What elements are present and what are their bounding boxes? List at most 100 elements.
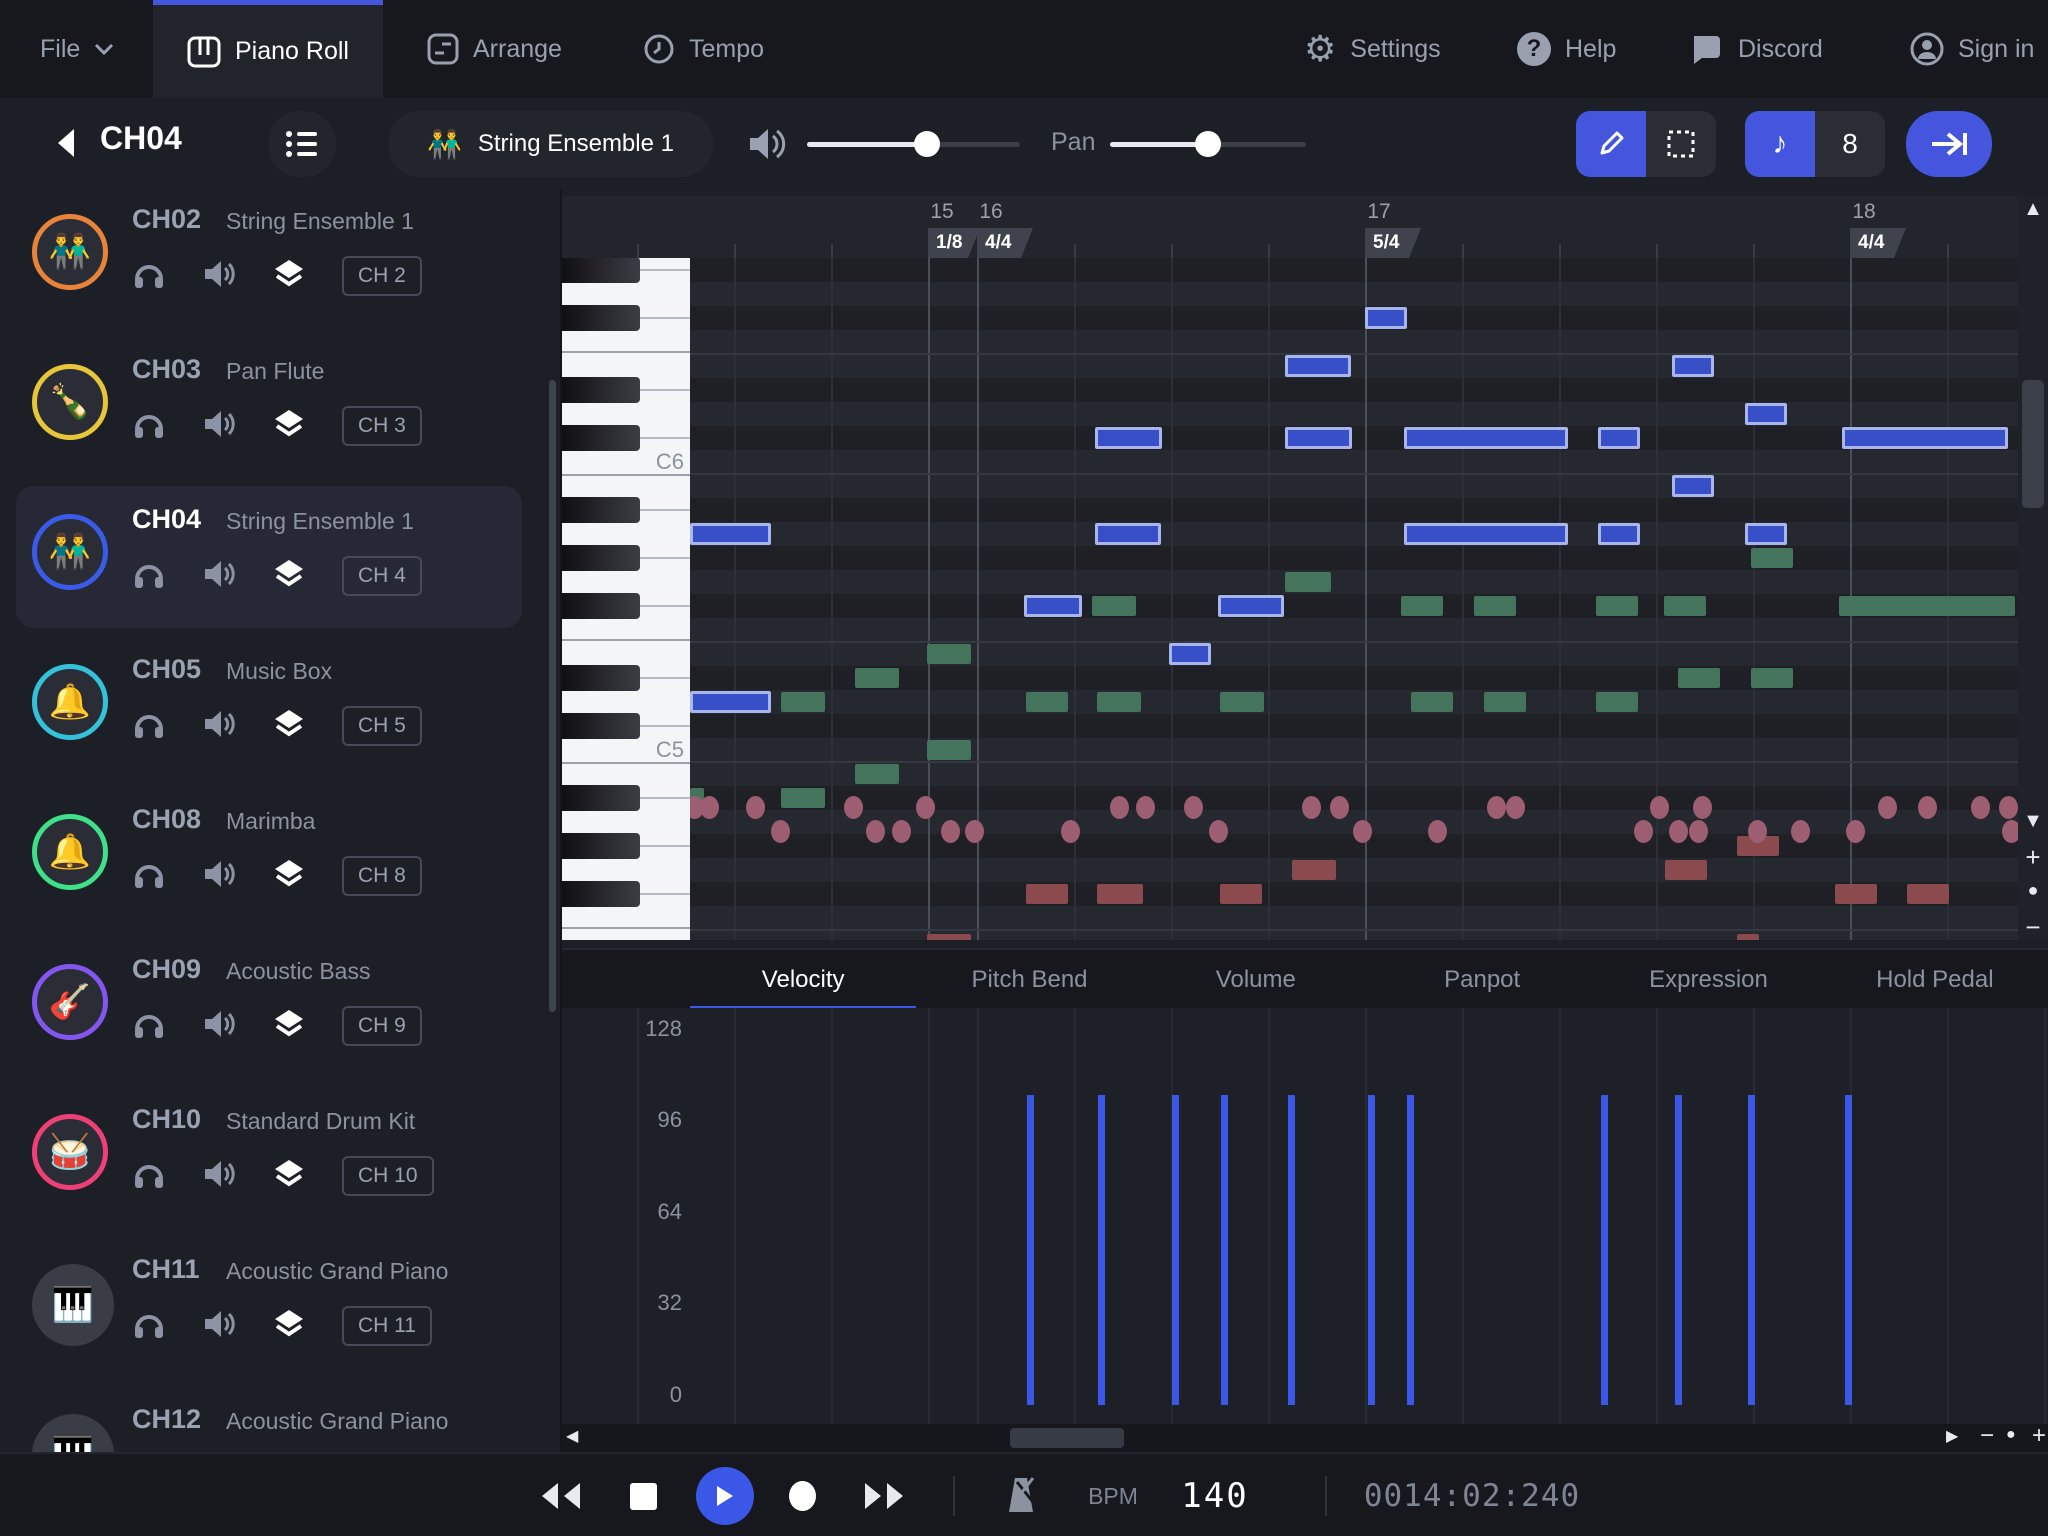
control-tab-hold-pedal[interactable]: Hold Pedal bbox=[1822, 950, 2048, 1010]
layers-icon[interactable] bbox=[272, 1307, 306, 1346]
layers-icon[interactable] bbox=[272, 407, 306, 446]
zoom-out-horizontal-icon[interactable]: − bbox=[1980, 1422, 1994, 1450]
metronome-toggle[interactable] bbox=[1000, 1454, 1046, 1536]
black-key[interactable] bbox=[562, 833, 640, 859]
scroll-down-icon[interactable]: ▼ bbox=[2018, 810, 2048, 833]
channel-item-ch04[interactable]: 👬CH04String Ensemble 1CH 4 bbox=[0, 496, 562, 646]
layers-icon[interactable] bbox=[272, 707, 306, 746]
midi-note-ghost-red[interactable] bbox=[1907, 884, 1949, 904]
black-key[interactable] bbox=[562, 593, 640, 619]
drum-hit-dot[interactable] bbox=[1209, 820, 1228, 843]
pencil-tool-button[interactable] bbox=[1576, 111, 1646, 177]
horizontal-scrollbar[interactable]: ◀ ▶ − ● + bbox=[562, 1424, 2048, 1452]
midi-note-ghost-red-thin[interactable] bbox=[1737, 934, 1759, 940]
midi-note-ghost-green[interactable] bbox=[1285, 572, 1331, 592]
zoom-in-vertical-icon[interactable]: + bbox=[2018, 842, 2048, 873]
stop-button[interactable] bbox=[617, 1454, 669, 1536]
mute-speaker-icon[interactable] bbox=[202, 557, 236, 596]
midi-note-ghost-green[interactable] bbox=[1411, 692, 1453, 712]
drum-hit-dot[interactable] bbox=[1428, 820, 1447, 843]
velocity-bar[interactable] bbox=[1407, 1095, 1414, 1405]
black-key[interactable] bbox=[562, 497, 640, 523]
vertical-scrollbar-thumb[interactable] bbox=[2022, 380, 2044, 508]
track-list-button[interactable] bbox=[268, 111, 336, 177]
mute-speaker-icon[interactable] bbox=[202, 1307, 236, 1346]
midi-note-ghost-green[interactable] bbox=[1751, 548, 1793, 568]
horizontal-scrollbar-thumb[interactable] bbox=[1010, 1428, 1124, 1448]
midi-note-selected-track[interactable] bbox=[1404, 427, 1568, 449]
mute-speaker-icon[interactable] bbox=[202, 257, 236, 296]
solo-headphones-icon[interactable] bbox=[132, 857, 166, 896]
solo-headphones-icon[interactable] bbox=[132, 1007, 166, 1046]
drum-hit-dot[interactable] bbox=[1353, 820, 1372, 843]
drum-hit-dot[interactable] bbox=[1136, 796, 1155, 819]
solo-headphones-icon[interactable] bbox=[132, 707, 166, 746]
midi-note-ghost-green[interactable] bbox=[1484, 692, 1526, 712]
control-tab-panpot[interactable]: Panpot bbox=[1369, 950, 1595, 1010]
midi-note-ghost-green[interactable] bbox=[1839, 596, 2015, 616]
channel-item-ch02[interactable]: 👬CH02String Ensemble 1CH 2 bbox=[0, 196, 562, 346]
midi-note-ghost-green[interactable] bbox=[1596, 692, 1638, 712]
drum-hit-dot[interactable] bbox=[1693, 796, 1712, 819]
midi-note-ghost-green[interactable] bbox=[1092, 596, 1136, 616]
zoom-out-vertical-icon[interactable]: − bbox=[2018, 912, 2048, 943]
tab-tempo[interactable]: Tempo bbox=[643, 0, 764, 98]
velocity-bar[interactable] bbox=[1845, 1095, 1852, 1405]
zoom-reset-horizontal-icon[interactable]: ● bbox=[2006, 1426, 2016, 1444]
mute-speaker-icon[interactable] bbox=[202, 407, 236, 446]
midi-note-ghost-red[interactable] bbox=[1665, 860, 1707, 880]
drum-hit-dot[interactable] bbox=[1650, 796, 1669, 819]
midi-note-selected-track[interactable] bbox=[1095, 523, 1161, 545]
midi-note-ghost-green[interactable] bbox=[927, 740, 971, 760]
layers-icon[interactable] bbox=[272, 857, 306, 896]
file-menu[interactable]: File bbox=[40, 0, 114, 98]
control-tab-velocity[interactable]: Velocity bbox=[690, 950, 916, 1010]
scroll-right-icon[interactable]: ▶ bbox=[1946, 1426, 1958, 1446]
midi-note-selected-track[interactable] bbox=[1024, 595, 1082, 617]
solo-headphones-icon[interactable] bbox=[132, 557, 166, 596]
midi-note-selected-track[interactable] bbox=[1672, 475, 1714, 497]
layers-icon[interactable] bbox=[272, 1007, 306, 1046]
drum-hit-dot[interactable] bbox=[1971, 796, 1990, 819]
pan-slider-thumb[interactable] bbox=[1195, 131, 1221, 157]
drum-hit-dot[interactable] bbox=[866, 820, 885, 843]
midi-note-ghost-red-thin[interactable] bbox=[927, 934, 971, 940]
midi-note-ghost-green[interactable] bbox=[781, 788, 825, 808]
midi-note-selected-track[interactable] bbox=[1745, 523, 1787, 545]
jump-to-end-button[interactable] bbox=[1906, 111, 1992, 177]
record-button[interactable] bbox=[776, 1454, 828, 1536]
velocity-pane[interactable]: 1289664320 bbox=[562, 1008, 2048, 1424]
midi-note-selected-track[interactable] bbox=[1745, 403, 1787, 425]
drum-hit-dot[interactable] bbox=[1330, 796, 1349, 819]
drum-hit-dot[interactable] bbox=[1487, 796, 1506, 819]
bpm-value[interactable]: 140 bbox=[1160, 1454, 1270, 1536]
velocity-bar[interactable] bbox=[1288, 1095, 1295, 1405]
mute-speaker-icon[interactable] bbox=[202, 707, 236, 746]
midi-note-ghost-green[interactable] bbox=[1097, 692, 1141, 712]
drum-hit-dot[interactable] bbox=[1634, 820, 1653, 843]
layers-icon[interactable] bbox=[272, 1157, 306, 1196]
midi-note-ghost-green[interactable] bbox=[855, 764, 899, 784]
sign-in-button[interactable]: Sign in bbox=[1910, 0, 2034, 98]
scroll-up-icon[interactable]: ▲ bbox=[2018, 198, 2048, 221]
channel-item-ch05[interactable]: 🔔CH05Music BoxCH 5 bbox=[0, 646, 562, 796]
zoom-reset-vertical-icon[interactable]: ● bbox=[2018, 880, 2048, 901]
vertical-scrollbar[interactable]: ▲ ▼ + ● − bbox=[2018, 196, 2048, 940]
drum-hit-dot[interactable] bbox=[1999, 796, 2018, 819]
volume-slider-thumb[interactable] bbox=[914, 131, 940, 157]
sidebar-scrollbar[interactable] bbox=[549, 380, 556, 1012]
channel-item-ch09[interactable]: 🎸CH09Acoustic BassCH 9 bbox=[0, 946, 562, 1096]
fast-forward-button[interactable] bbox=[857, 1454, 913, 1536]
velocity-bar[interactable] bbox=[1601, 1095, 1608, 1405]
zoom-in-horizontal-icon[interactable]: + bbox=[2032, 1422, 2046, 1450]
solo-headphones-icon[interactable] bbox=[132, 257, 166, 296]
midi-note-ghost-green[interactable] bbox=[927, 644, 971, 664]
black-key[interactable] bbox=[562, 713, 640, 739]
mute-speaker-icon[interactable] bbox=[202, 1157, 236, 1196]
discord-button[interactable]: Discord bbox=[1690, 0, 1823, 98]
drum-hit-dot[interactable] bbox=[746, 796, 765, 819]
velocity-bar[interactable] bbox=[1221, 1095, 1228, 1405]
channel-item-ch11[interactable]: 🎹CH11Acoustic Grand PianoCH 11 bbox=[0, 1246, 562, 1396]
midi-note-ghost-red[interactable] bbox=[1292, 860, 1336, 880]
drum-hit-dot[interactable] bbox=[1689, 820, 1708, 843]
